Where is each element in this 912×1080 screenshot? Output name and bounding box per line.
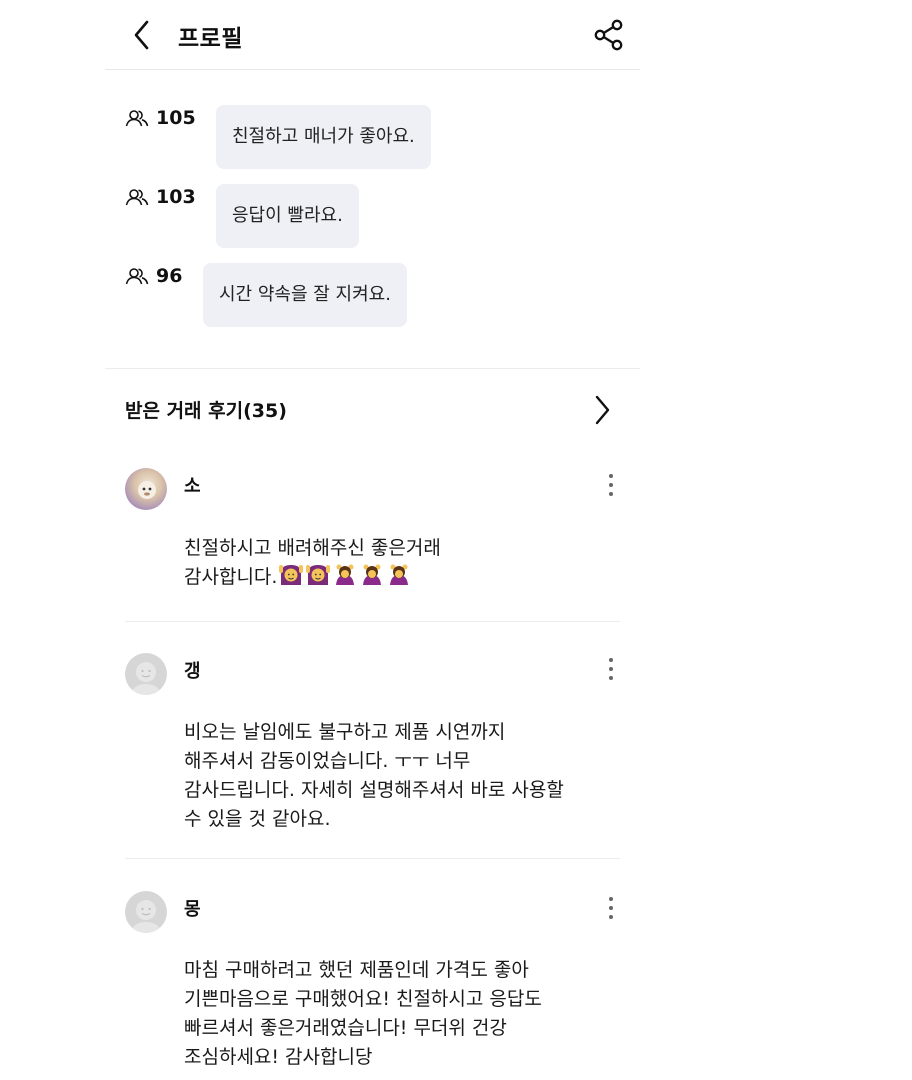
avatar[interactable] [125, 891, 167, 933]
default-avatar-icon [131, 900, 161, 933]
review-divider [125, 621, 620, 622]
back-chevron-icon[interactable] [128, 18, 156, 52]
woman-gesturing-emoji-icon [306, 565, 331, 585]
manner-bubble: 응답이 빨라요. [216, 184, 359, 248]
reviewer-name[interactable]: 몽 [184, 895, 201, 921]
review-divider [125, 858, 620, 859]
page-title: 프로필 [178, 26, 243, 52]
manner-count: 96 [156, 265, 183, 287]
people-icon [125, 268, 149, 285]
chevron-right-icon[interactable] [590, 393, 616, 427]
people-icon [125, 189, 149, 206]
more-vertical-icon[interactable] [601, 655, 621, 683]
reviewer-name[interactable]: 갱 [184, 657, 201, 683]
avatar-photo-icon [138, 481, 156, 499]
review-text: 친절하시고 배려해주신 좋은거래 감사합니다. [184, 534, 614, 592]
woman-gesturing-emoji-icon [279, 565, 304, 585]
default-avatar-icon [131, 662, 161, 695]
avatar[interactable] [125, 653, 167, 695]
review-text: 비오는 날임에도 불구하고 제품 시연까지 해주셔서 감동이었습니다. ㅜㅜ 너… [184, 721, 564, 830]
manner-count: 103 [156, 186, 196, 208]
woman-bowing-emoji-icon [390, 564, 409, 585]
manner-bubble: 친절하고 매너가 좋아요. [216, 105, 431, 169]
reviews-section-title[interactable]: 받은 거래 후기(35) [125, 396, 287, 423]
share-icon[interactable] [592, 18, 626, 52]
more-vertical-icon[interactable] [601, 894, 621, 922]
review-text: 마침 구매하려고 했던 제품인데 가격도 좋아 기쁜마음으로 구매했어요! 친절… [184, 959, 542, 1068]
more-vertical-icon[interactable] [601, 471, 621, 499]
woman-bowing-emoji-icon [363, 564, 382, 585]
woman-bowing-emoji-icon [336, 564, 355, 585]
header-divider [105, 69, 640, 70]
people-icon [125, 110, 149, 127]
emoji-group [278, 563, 412, 587]
avatar[interactable] [125, 468, 167, 510]
reviewer-name[interactable]: 소 [184, 472, 201, 498]
manner-count: 105 [156, 107, 196, 129]
manner-bubble: 시간 약속을 잘 지켜요. [203, 263, 407, 327]
section-divider [105, 368, 640, 369]
